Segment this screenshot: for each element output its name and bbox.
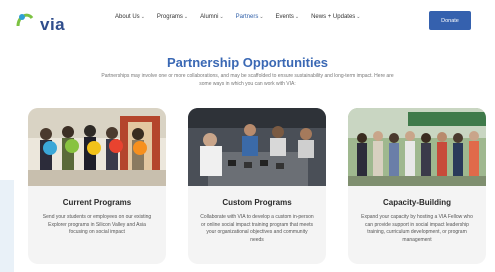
nav-alumni[interactable]: Alumni ⌄ bbox=[200, 14, 224, 20]
card-title: Current Programs bbox=[62, 198, 132, 207]
chevron-down-icon: ⌄ bbox=[183, 14, 189, 20]
chevron-down-icon: ⌄ bbox=[259, 14, 264, 20]
chevron-down-icon: ⌄ bbox=[219, 14, 224, 20]
chevron-down-icon: ⌄ bbox=[140, 14, 145, 20]
students-holding-signs-photo bbox=[28, 108, 166, 186]
group-outdoor-photo bbox=[348, 108, 486, 186]
nav-label: Programs bbox=[156, 14, 183, 20]
workshop-group-photo bbox=[188, 108, 326, 186]
logo-link[interactable]: via bbox=[14, 8, 66, 34]
nav-label: Partners bbox=[235, 14, 259, 20]
main-nav: About Us ⌄ Programs ⌄ Alumni ⌄ Partners ⌄ Ev… bbox=[115, 14, 361, 20]
side-accent bbox=[0, 180, 14, 272]
card-capacity-building[interactable]: Capacity-Building Expand your capacity b… bbox=[348, 108, 486, 264]
nav-programs[interactable]: Programs ⌄ bbox=[157, 14, 188, 20]
nav-label: About Us bbox=[115, 14, 140, 20]
nav-label: News + Updates bbox=[311, 14, 356, 20]
nav-news-updates[interactable]: News + Updates ⌄ bbox=[311, 14, 360, 20]
site-header: via About Us ⌄ Programs ⌄ Alumni ⌄ Partners… bbox=[0, 0, 495, 40]
card-title: Custom Programs bbox=[222, 198, 292, 207]
page-title: Partnership Opportunities bbox=[166, 55, 329, 70]
nav-label: Events bbox=[275, 14, 294, 20]
nav-events[interactable]: Events ⌄ bbox=[276, 14, 300, 20]
card-current-programs[interactable]: Current Programs Send your students or e… bbox=[28, 108, 166, 264]
nav-partners[interactable]: Partners ⌄ bbox=[236, 14, 264, 20]
card-description: Send your students or employees on our e… bbox=[42, 214, 152, 235]
card-custom-programs[interactable]: Custom Programs Collaborate with VIA to … bbox=[188, 108, 326, 264]
nav-label: Alumni bbox=[200, 14, 219, 20]
nav-about-us[interactable]: About Us ⌄ bbox=[115, 14, 145, 20]
chevron-down-icon: ⌄ bbox=[294, 14, 300, 20]
donate-button[interactable]: Donate bbox=[429, 11, 471, 30]
card-title: Capacity-Building bbox=[382, 198, 451, 207]
logo-text: via bbox=[40, 15, 66, 34]
card-description: Collaborate with VIA to develop a custom… bbox=[200, 214, 314, 243]
page-intro: Partnerships may involve one or more col… bbox=[101, 73, 394, 87]
card-description: Expand your capacity by hosting a VIA Fe… bbox=[361, 214, 473, 243]
chevron-down-icon: ⌄ bbox=[356, 14, 361, 20]
